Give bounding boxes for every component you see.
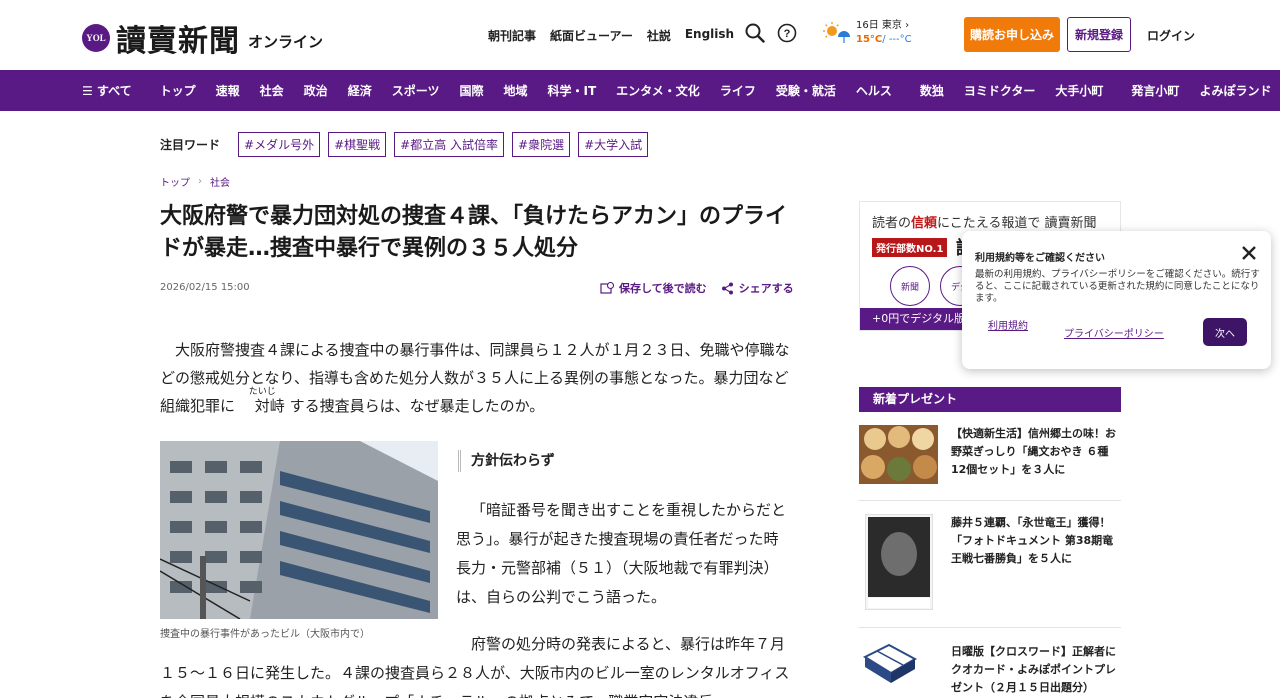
breadcrumb: トップ › 社会 [160,174,230,189]
save-later-icon [600,282,614,294]
nav-yomidr[interactable]: ヨミドクター [964,82,1036,99]
ad-brand: 讀賣新聞 [1044,216,1097,231]
ad-headline-b: 信頼 [911,216,938,231]
book-cover-image [865,514,933,610]
nav-life[interactable]: ライフ [720,82,756,99]
nav-breaking[interactable]: 速報 [216,82,240,99]
header-links: 朝刊記事 紙面ビューアー 社説 English [488,27,734,44]
article-photo[interactable] [160,441,438,619]
terms-link[interactable]: 利用規約 [984,320,1032,333]
article-paragraph: 府警の処分時の発表によると、暴行は昨年７月１５～１６日に発生した。４課の捜査員ら… [160,630,790,698]
link-english[interactable]: English [685,27,734,44]
oyaki-image [859,425,938,484]
logo-subtitle: オンライン [248,32,324,51]
nav-local[interactable]: 地域 [503,82,527,99]
close-icon[interactable] [1241,245,1257,261]
nav-society[interactable]: 社会 [260,82,284,99]
share-button[interactable]: シェアする [721,280,794,296]
trending-tag[interactable]: #大学入試 [578,132,649,157]
category-nav: ☰ すべて トップ 速報 社会 政治 経済 スポーツ 国際 地域 科学・IT エ… [0,70,1280,111]
trending-tag[interactable]: #メダル号外 [238,132,321,157]
register-button[interactable]: 新規登録 [1067,17,1131,52]
link-morning-edition[interactable]: 朝刊記事 [488,27,536,44]
nav-health[interactable]: ヘルス [856,82,892,99]
weather-temp-high: 15°C [856,34,883,45]
article-subheading: 方針伝わらず [458,450,555,472]
help-icon[interactable]: ? [776,22,798,44]
weather-date-city: 16日 東京 › [856,20,910,31]
trending-tag[interactable]: #衆院選 [512,132,571,157]
ad-circle-paper: 新聞 [890,266,930,306]
next-button[interactable]: 次へ [1203,318,1247,346]
svg-text:?: ? [784,28,791,40]
share-label: シェアする [738,282,794,295]
present-title[interactable]: 藤井５連覇、「永世竜王」獲得！「フォトドキュメント 第38期竜王戦七番勝負」を５… [951,514,1119,568]
ad-headline-c: にこたえる報道で [937,216,1041,231]
present-item[interactable]: 【快適新生活】信州郷土の味！お野菜ぎっしり「縄文おやき ６種12個セット」を３人… [859,425,1121,501]
trending-tag[interactable]: #棋聖戦 [328,132,387,157]
nav-hatsugen-komachi[interactable]: 発言小町 [1131,82,1179,99]
breadcrumb-section[interactable]: 社会 [210,174,230,189]
save-for-later-button[interactable]: 保存して後で読む [600,280,707,296]
present-title[interactable]: 日曜版【クロスワード】正解者にクオカード・よみぽポイントプレゼント（２月１５日出… [951,643,1119,697]
crossword-icon [862,643,918,683]
share-icon [721,282,733,294]
nav-politics[interactable]: 政治 [304,82,328,99]
present-thumbnail [859,643,921,685]
article-actions: 保存して後で読む シェアする [600,280,794,296]
present-item[interactable]: 日曜版【クロスワード】正解者にクオカード・よみぽポイントプレゼント（２月１５日出… [859,643,1121,698]
building-photo [160,441,438,619]
present-title[interactable]: 【快適新生活】信州郷土の味！お野菜ぎっしり「縄文おやき ６種12個セット」を３人… [951,425,1119,479]
nav-otekomachi[interactable]: 大手小町 [1055,82,1103,99]
nav-international[interactable]: 国際 [459,82,483,99]
nav-exams-jobs[interactable]: 受験・就活 [776,82,836,99]
ad-headline-a: 読者の [872,216,912,231]
breadcrumb-separator: › [198,176,202,187]
site-header: YOL 讀賣新聞 オンライン 朝刊記事 紙面ビューアー 社説 English ?… [0,0,1280,70]
nav-entertainment[interactable]: エンタメ・文化 [616,82,700,99]
nav-sudoku[interactable]: 数独 [920,82,944,99]
trending-tag[interactable]: #都立高 入試倍率 [394,132,505,157]
present-item[interactable]: 藤井５連覇、「永世竜王」獲得！「フォトドキュメント 第38期竜王戦七番勝負」を５… [859,514,1121,628]
trending-words: 注目ワード #メダル号外 #棋聖戦 #都立高 入試倍率 #衆院選 #大学入試 [160,132,649,157]
paragraph-text: 府警の処分時の発表によると、暴行は昨年７月１５～１６日に発生した。４課の捜査員ら… [160,635,790,698]
nav-science-it[interactable]: 科学・IT [548,82,597,99]
site-logo[interactable]: YOL 讀賣新聞 オンライン [82,16,323,60]
link-paper-viewer[interactable]: 紙面ビューアー [550,27,633,44]
nav-all[interactable]: ☰ すべて [82,82,132,99]
sun-umbrella-icon [823,22,850,43]
present-thumbnail [859,425,938,484]
ad-rank-badge: 発行部数NO.1 [872,238,948,257]
terms-consent-popup: 利用規約等をご確認ください 最新の利用規約、プライバシーポリシーをご確認ください… [962,231,1271,369]
lead-text-2: する捜査員らは、なぜ暴走したのか。 [284,397,545,415]
trending-label: 注目ワード [160,138,221,152]
new-presents-heading: 新着プレゼント [859,387,1121,412]
link-editorial[interactable]: 社説 [647,27,671,44]
nav-economy[interactable]: 経済 [348,82,372,99]
article-title: 大阪府警で暴力団対処の捜査４課、「負けたらアカン」のプライドが暴走…捜査中暴行で… [160,204,788,261]
ad-headline: 読者の信頼にこたえる報道で 讀賣新聞 [860,202,1120,231]
present-thumbnail [865,514,933,610]
article-paragraph: 「暗証番号を聞き出すことを重視したからだと思う」。暴行が起きた捜査現場の責任者だ… [456,501,787,606]
article-lead: 大阪府警捜査４課による捜査中の暴行事件は、同課員ら１２人が１月２３日、免職や停職… [160,336,790,420]
nav-yomipo-land[interactable]: よみぽランド [1199,82,1271,99]
weather-temp-low: / ---°C [882,34,912,45]
logo-wordmark: 讀賣新聞 [116,24,240,59]
popup-message: 最新の利用規約、プライバシーポリシーをご確認ください。続行すると、ここに記載され… [975,269,1260,304]
subscribe-button[interactable]: 購読お申し込み [964,17,1060,52]
weather-widget[interactable]: 16日 東京 › 15°C/ ---°C [822,19,912,47]
ruby-reading: たいじ [248,387,276,397]
login-link[interactable]: ログイン [1147,27,1195,44]
article-date: 2026/02/15 15:00 [160,282,250,293]
privacy-policy-link[interactable]: プライバシーポリシー [1064,325,1164,340]
nav-sports[interactable]: スポーツ [392,82,440,99]
save-for-later-label: 保存して後で読む [619,282,707,295]
popup-title: 利用規約等をご確認ください [975,253,1105,264]
nav-top[interactable]: トップ [160,82,196,99]
yol-badge: YOL [82,24,110,52]
ruby-word: たいじ 対峙 [240,387,285,420]
search-icon[interactable] [744,22,766,44]
breadcrumb-home[interactable]: トップ [160,174,190,189]
